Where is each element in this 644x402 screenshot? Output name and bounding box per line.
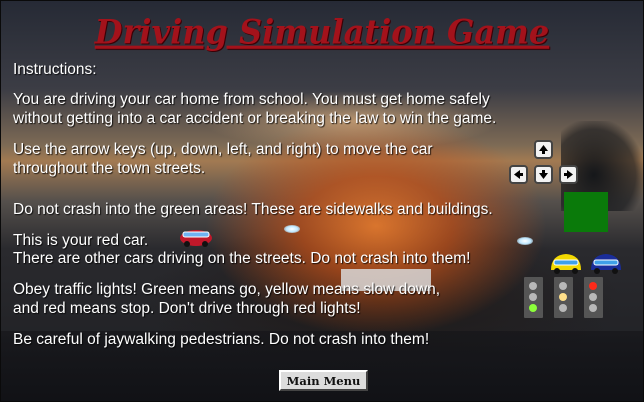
background-headlight-left [284, 225, 300, 233]
page-title: Driving Simulation Game [94, 12, 550, 52]
main-menu-button[interactable]: Main Menu [279, 370, 368, 391]
intro-line-1: You are driving your car home from schoo… [13, 91, 490, 108]
arrow-right-key-icon [559, 165, 578, 184]
arrows-line-2: throughout the town streets. [13, 160, 206, 177]
intro-line-2: without getting into a car accident or b… [13, 110, 497, 127]
arrow-left-key-icon [509, 165, 528, 184]
traffic-light-red-icon [584, 277, 603, 318]
pedestrians-line: Be careful of jaywalking pedestrians. Do… [13, 331, 430, 348]
traffic-light-yellow-icon [554, 277, 573, 318]
traffic-lights-line-1: Obey traffic lights! Green means go, yel… [13, 281, 441, 298]
traffic-lights-line-2: and red means stop. Don't drive through … [13, 300, 361, 317]
arrow-down-key-icon [534, 165, 553, 184]
green-area-sample [564, 192, 608, 232]
red-car-icon [180, 230, 212, 247]
other-cars-line: There are other cars driving on the stre… [13, 250, 471, 267]
red-car-line: This is your red car. [13, 232, 149, 249]
instructions-heading: Instructions: [13, 61, 97, 78]
green-areas-line: Do not crash into the green areas! These… [13, 201, 493, 218]
arrow-up-key-icon [534, 140, 553, 159]
background-headlight-right [517, 237, 533, 245]
yellow-car-icon [551, 254, 581, 274]
blue-car-icon [591, 254, 621, 274]
game-screen: Driving Simulation Game Instructions: Yo… [0, 0, 644, 402]
traffic-light-green-icon [524, 277, 543, 318]
arrows-line-1: Use the arrow keys (up, down, left, and … [13, 141, 433, 158]
